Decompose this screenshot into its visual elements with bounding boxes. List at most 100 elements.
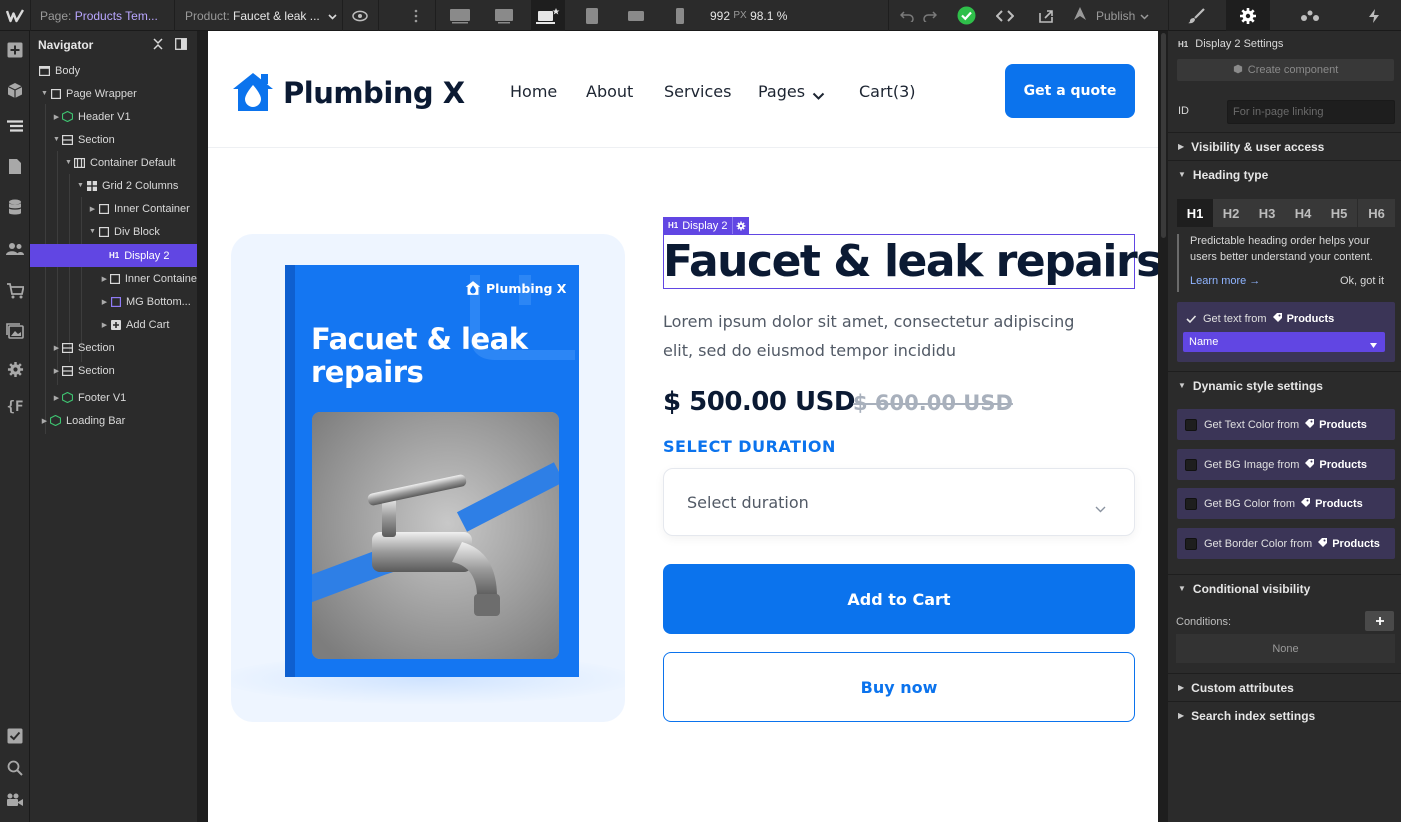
canvas-scrollbar[interactable] bbox=[1158, 31, 1168, 822]
nav-item-add-cart[interactable]: ▶ Add Cart bbox=[30, 313, 197, 336]
nav-link-pages[interactable]: Pages bbox=[758, 82, 805, 101]
product-title-heading[interactable]: Faucet & leak repairs bbox=[663, 236, 1158, 287]
tablet-breakpoint-icon[interactable] bbox=[575, 0, 609, 31]
style-brush-icon[interactable] bbox=[1176, 0, 1216, 31]
collapsed-caret-icon[interactable]: ▶ bbox=[52, 113, 61, 121]
checkbox-unchecked-icon[interactable] bbox=[1185, 458, 1197, 471]
collapse-all-icon[interactable] bbox=[152, 38, 164, 50]
dynamic-style-section-header[interactable]: ▼ Dynamic style settings bbox=[1168, 371, 1401, 399]
collapsed-caret-icon[interactable]: ▶ bbox=[40, 417, 49, 425]
collapsed-caret-icon[interactable]: ▶ bbox=[100, 275, 109, 283]
visibility-section-header[interactable]: ▶ Visibility & user access bbox=[1168, 132, 1401, 160]
ecommerce-cart-icon[interactable] bbox=[0, 276, 30, 306]
components-cube-icon[interactable] bbox=[0, 75, 30, 105]
nav-link-services[interactable]: Services bbox=[664, 82, 731, 101]
conditional-visibility-section-header[interactable]: ▼ Conditional visibility bbox=[1168, 574, 1401, 602]
heading-type-h3[interactable]: H3 bbox=[1249, 199, 1285, 227]
nav-item-display-2[interactable]: H1 Display 2 bbox=[30, 244, 197, 267]
id-input[interactable]: For in-page linking bbox=[1227, 100, 1395, 124]
ok-got-it-button[interactable]: Ok, got it bbox=[1340, 275, 1384, 287]
video-tutorials-icon[interactable] bbox=[0, 785, 30, 815]
collapsed-caret-icon[interactable]: ▶ bbox=[52, 394, 61, 402]
dyn-text-color-row[interactable]: Get Text Color from Products bbox=[1177, 409, 1395, 440]
dyn-bg-color-row[interactable]: Get BG Color from Products bbox=[1177, 488, 1395, 519]
cms-database-icon[interactable] bbox=[0, 192, 30, 222]
custom-attributes-section-header[interactable]: ▶ Custom attributes bbox=[1168, 673, 1401, 701]
checkbox-unchecked-icon[interactable] bbox=[1185, 537, 1197, 550]
search-icon[interactable] bbox=[0, 753, 30, 783]
nav-item-footer-v1[interactable]: ▶ Footer V1 bbox=[30, 386, 197, 409]
webflow-logo-icon[interactable] bbox=[0, 0, 30, 31]
dyn-border-color-row[interactable]: Get Border Color from Products bbox=[1177, 528, 1395, 559]
heading-type-h4[interactable]: H4 bbox=[1285, 199, 1321, 227]
design-canvas[interactable]: Plumbing X Home About Services Pages Car… bbox=[208, 31, 1158, 822]
nav-item-mg-bottom[interactable]: ▶ MG Bottom... bbox=[30, 290, 197, 313]
learn-more-link[interactable]: Learn more → bbox=[1190, 275, 1260, 287]
lightning-icon[interactable] bbox=[1354, 0, 1394, 31]
heading-type-section-header[interactable]: ▼ Heading type bbox=[1168, 160, 1401, 188]
interactions-drops-icon[interactable] bbox=[1290, 0, 1330, 31]
expanded-caret-icon[interactable]: ▼ bbox=[64, 159, 73, 166]
mobile-landscape-breakpoint-icon[interactable] bbox=[619, 0, 653, 31]
variables-icon[interactable]: {F bbox=[0, 392, 30, 422]
buy-now-button[interactable]: Buy now bbox=[663, 652, 1135, 722]
expanded-caret-icon[interactable]: ▼ bbox=[52, 136, 61, 143]
heading-type-h2[interactable]: H2 bbox=[1213, 199, 1249, 227]
share-icon[interactable] bbox=[1034, 0, 1058, 31]
navigator-layers-icon[interactable] bbox=[0, 112, 30, 142]
search-index-section-header[interactable]: ▶ Search index settings bbox=[1168, 701, 1401, 729]
desktop-xl-breakpoint-icon[interactable] bbox=[443, 0, 477, 31]
get-a-quote-button[interactable]: Get a quote bbox=[1005, 64, 1135, 118]
audit-checkbox-icon[interactable] bbox=[0, 721, 30, 751]
users-icon[interactable] bbox=[0, 234, 30, 264]
nav-item-page-wrapper[interactable]: ▼ Page Wrapper bbox=[30, 82, 197, 105]
badge-settings-gear-icon[interactable] bbox=[732, 217, 749, 234]
undo-icon[interactable] bbox=[898, 0, 916, 31]
nav-item-loading-bar[interactable]: ▶ Loading Bar bbox=[30, 409, 197, 432]
nav-item-div-block[interactable]: ▼ Div Block bbox=[30, 220, 197, 243]
add-to-cart-button[interactable]: Add to Cart bbox=[663, 564, 1135, 634]
pages-icon[interactable] bbox=[0, 151, 30, 181]
checkbox-unchecked-icon[interactable] bbox=[1185, 418, 1197, 431]
field-select[interactable]: Name bbox=[1183, 332, 1385, 352]
nav-item-inner-container[interactable]: ▶ Inner Container bbox=[30, 197, 197, 220]
expanded-caret-icon[interactable]: ▼ bbox=[76, 182, 85, 189]
brand-name[interactable]: Plumbing X bbox=[283, 76, 465, 110]
settings-gear-icon[interactable] bbox=[1226, 0, 1270, 31]
nav-item-section-2[interactable]: ▶ Section bbox=[30, 336, 197, 359]
checkbox-checked-icon[interactable] bbox=[1185, 313, 1197, 325]
dyn-bg-image-row[interactable]: Get BG Image from Products bbox=[1177, 449, 1395, 480]
collapsed-caret-icon[interactable]: ▶ bbox=[100, 298, 109, 306]
heading-type-h1[interactable]: H1 bbox=[1177, 199, 1213, 227]
nav-item-section-3[interactable]: ▶ Section bbox=[30, 359, 197, 382]
dock-panel-icon[interactable] bbox=[175, 38, 187, 50]
nav-item-section[interactable]: ▼ Section bbox=[30, 128, 197, 151]
page-selector[interactable]: Page: Products Tem... bbox=[40, 0, 170, 31]
heading-type-h6[interactable]: H6 bbox=[1358, 199, 1395, 227]
get-text-from-row[interactable]: Get text from Products bbox=[1185, 312, 1334, 326]
brand-logo-icon[interactable] bbox=[231, 71, 275, 113]
collapsed-caret-icon[interactable]: ▶ bbox=[52, 367, 61, 375]
assets-images-icon[interactable] bbox=[0, 316, 30, 346]
nav-link-about[interactable]: About bbox=[586, 82, 633, 101]
product-selector[interactable]: Product: Faucet & leak ... bbox=[185, 0, 337, 31]
redo-icon[interactable] bbox=[921, 0, 939, 31]
create-component-button[interactable]: Create component bbox=[1177, 59, 1394, 81]
status-check-icon[interactable] bbox=[955, 0, 977, 31]
nav-link-home[interactable]: Home bbox=[510, 82, 557, 101]
add-elements-icon[interactable] bbox=[0, 35, 30, 65]
nav-item-body[interactable]: Body bbox=[30, 59, 197, 82]
desktop-base-breakpoint-icon[interactable] bbox=[531, 0, 565, 31]
desktop-l-breakpoint-icon[interactable] bbox=[487, 0, 521, 31]
collapsed-caret-icon[interactable]: ▶ bbox=[88, 205, 97, 213]
mobile-portrait-breakpoint-icon[interactable] bbox=[663, 0, 697, 31]
chevron-down-icon[interactable] bbox=[812, 86, 825, 105]
settings-gear-icon[interactable] bbox=[0, 354, 30, 384]
selected-element-badge[interactable]: H1 Display 2 bbox=[663, 217, 750, 234]
duration-select[interactable]: Select duration bbox=[663, 468, 1135, 536]
navigator-scrollbar[interactable] bbox=[197, 31, 208, 822]
publish-button[interactable]: Publish bbox=[1072, 0, 1162, 31]
collapsed-caret-icon[interactable]: ▶ bbox=[100, 321, 109, 329]
expanded-caret-icon[interactable]: ▼ bbox=[88, 228, 97, 235]
nav-item-container-default[interactable]: ▼ Container Default bbox=[30, 151, 197, 174]
